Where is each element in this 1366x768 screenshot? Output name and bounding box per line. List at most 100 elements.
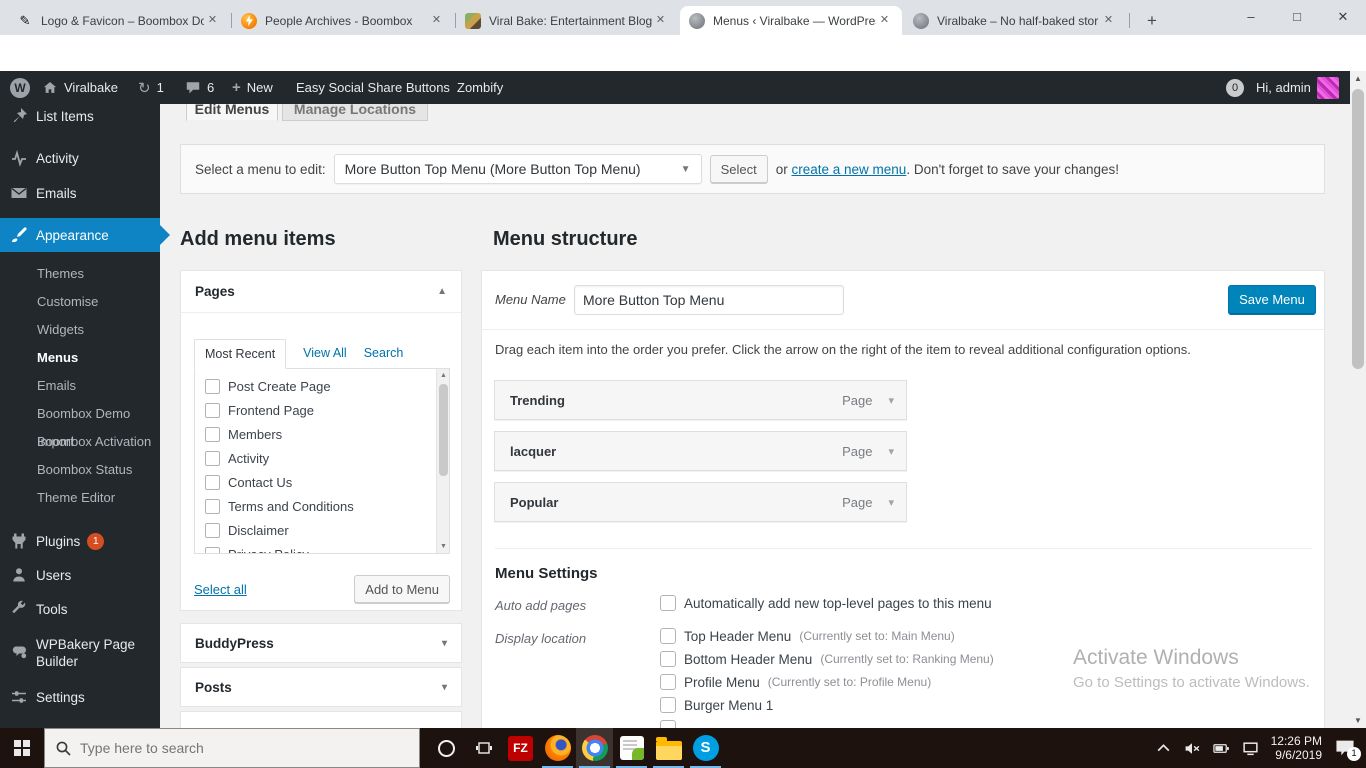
display-location-row[interactable]: Burger Menu 1	[660, 697, 781, 713]
tab-view-all[interactable]: View All	[303, 346, 347, 368]
checkbox[interactable]	[205, 379, 220, 394]
expand-arrow-icon[interactable]: ▾	[442, 682, 447, 693]
cortana-button[interactable]	[428, 728, 465, 768]
tab-search[interactable]: Search	[364, 346, 404, 368]
page-item-row[interactable]: Disclaimer	[195, 518, 449, 542]
tab-most-recent[interactable]: Most Recent	[194, 339, 286, 369]
action-center-button[interactable]: 1	[1334, 738, 1356, 758]
display-location-row[interactable]: Profile Menu (Currently set to: Profile …	[660, 674, 931, 690]
save-menu-button[interactable]: Save Menu	[1228, 285, 1316, 315]
updates-menu[interactable]: ↻ 1	[138, 71, 164, 104]
page-item-row[interactable]: Privacy Policy	[195, 542, 449, 554]
tab-close-icon[interactable]: ✕	[428, 12, 445, 29]
sidebar-sub-boombox-demo-import[interactable]: Boombox Demo Import	[0, 400, 160, 428]
sidebar-sub-boombox-activation[interactable]: Boombox Activation	[0, 428, 160, 456]
display-location-row[interactable]: Bottom Header Menu (Currently set to: Ra…	[660, 651, 994, 667]
page-item-row[interactable]: Activity	[195, 446, 449, 470]
firefox-app[interactable]	[539, 728, 576, 768]
collapse-arrow-icon[interactable]: ▲	[437, 286, 447, 297]
display-location-row-clipped[interactable]	[660, 720, 676, 728]
checkbox[interactable]	[660, 595, 676, 611]
menu-name-input[interactable]	[574, 285, 844, 315]
browser-tab-3[interactable]: Viral Bake: Entertainment Blogs ✕	[456, 6, 678, 35]
page-item-row[interactable]: Frontend Page	[195, 398, 449, 422]
site-menu[interactable]: Viralbake	[42, 71, 118, 104]
filezilla-app[interactable]: FZ	[502, 728, 539, 768]
menu-item-bar[interactable]: Trending Page ▾	[494, 380, 907, 420]
scrollbar-thumb[interactable]	[439, 384, 448, 476]
item-expand-arrow-icon[interactable]: ▾	[888, 496, 894, 509]
tab-close-icon[interactable]: ✕	[1100, 12, 1117, 29]
buddypress-panel[interactable]: BuddyPress ▾	[180, 623, 462, 663]
sidebar-item-appearance[interactable]: Appearance	[0, 218, 160, 252]
browser-scrollbar[interactable]: ▲ ▼	[1350, 71, 1366, 728]
list-scrollbar[interactable]: ▲ ▼	[436, 369, 449, 553]
sidebar-item-wpbakery[interactable]: WPBakery Page Builder	[0, 626, 160, 678]
browser-tab-2[interactable]: People Archives - Boombox ✕	[232, 6, 454, 35]
sidebar-item-plugins[interactable]: Plugins 1	[0, 524, 160, 558]
sidebar-item-list-items[interactable]: List Items	[0, 100, 160, 132]
checkbox[interactable]	[660, 628, 676, 644]
select-all-link[interactable]: Select all	[194, 582, 247, 597]
chrome-app[interactable]	[576, 728, 613, 768]
comments-menu[interactable]: 6	[185, 71, 214, 104]
checkbox[interactable]	[205, 499, 220, 514]
window-maximize-button[interactable]: □	[1274, 0, 1320, 35]
network-icon[interactable]	[1242, 740, 1259, 757]
sidebar-sub-themes[interactable]: Themes	[0, 260, 160, 288]
notepad-app[interactable]	[613, 728, 650, 768]
checkbox[interactable]	[660, 697, 676, 713]
explorer-app[interactable]	[650, 728, 687, 768]
tab-close-icon[interactable]: ✕	[876, 12, 893, 29]
item-expand-arrow-icon[interactable]: ▾	[888, 394, 894, 407]
window-close-button[interactable]: ✕	[1320, 0, 1366, 35]
sidebar-sub-emails[interactable]: Emails	[0, 372, 160, 400]
checkbox[interactable]	[205, 475, 220, 490]
browser-tab-5[interactable]: Viralbake – No half-baked stor ✕	[904, 6, 1126, 35]
skype-app[interactable]: S	[687, 728, 724, 768]
menu-item-bar[interactable]: Popular Page ▾	[494, 482, 907, 522]
display-location-row[interactable]: Top Header Menu (Currently set to: Main …	[660, 628, 955, 644]
sidebar-sub-theme-editor[interactable]: Theme Editor	[0, 484, 160, 512]
taskbar-clock[interactable]: 12:26 PM 9/6/2019	[1271, 734, 1322, 762]
menu-item-bar[interactable]: lacquer Page ▾	[494, 431, 907, 471]
expand-arrow-icon[interactable]: ▾	[442, 638, 447, 649]
checkbox[interactable]	[205, 403, 220, 418]
sidebar-sub-widgets[interactable]: Widgets	[0, 316, 160, 344]
new-content-menu[interactable]: + New	[232, 71, 273, 104]
checkbox[interactable]	[205, 451, 220, 466]
task-view-button[interactable]	[465, 728, 502, 768]
checkbox[interactable]	[205, 547, 220, 555]
account-menu[interactable]: Hi, admin	[1256, 71, 1339, 104]
item-expand-arrow-icon[interactable]: ▾	[888, 445, 894, 458]
taskbar-search[interactable]	[44, 728, 420, 768]
posts-panel[interactable]: Posts ▾	[180, 667, 462, 707]
page-item-row[interactable]: Members	[195, 422, 449, 446]
sidebar-sub-menus[interactable]: Menus	[0, 344, 160, 372]
sidebar-item-emails[interactable]: Emails	[0, 177, 160, 209]
sidebar-item-settings[interactable]: Settings	[0, 680, 160, 714]
page-item-row[interactable]: Terms and Conditions	[195, 494, 449, 518]
select-button[interactable]: Select	[710, 155, 768, 183]
checkbox[interactable]	[660, 674, 676, 690]
auto-add-pages-row[interactable]: Automatically add new top-level pages to…	[660, 595, 992, 611]
tab-close-icon[interactable]: ✕	[204, 12, 221, 29]
page-item-row[interactable]: Contact Us	[195, 470, 449, 494]
checkbox[interactable]	[660, 651, 676, 667]
scroll-up-icon[interactable]: ▲	[1350, 71, 1366, 86]
sidebar-sub-customise[interactable]: Customise	[0, 288, 160, 316]
menu-select-dropdown[interactable]: More Button Top Menu (More Button Top Me…	[334, 154, 702, 184]
start-button[interactable]	[0, 728, 44, 768]
essb-menu[interactable]: Easy Social Share Buttons	[296, 71, 450, 104]
window-minimize-button[interactable]: –	[1228, 0, 1274, 35]
page-item-row[interactable]: Post Create Page	[195, 374, 449, 398]
search-input[interactable]	[80, 740, 380, 756]
wp-logo-menu[interactable]: W	[10, 71, 30, 104]
tray-chevron-icon[interactable]	[1155, 740, 1172, 757]
scrollbar-thumb[interactable]	[1352, 89, 1364, 369]
sidebar-item-tools[interactable]: Tools	[0, 592, 160, 626]
list-items-panel[interactable]: List Items ▾	[180, 711, 462, 728]
zombify-menu[interactable]: Zombify	[457, 71, 503, 104]
sidebar-item-activity[interactable]: Activity	[0, 142, 160, 174]
pages-accordion-header[interactable]: Pages ▲	[181, 271, 461, 313]
